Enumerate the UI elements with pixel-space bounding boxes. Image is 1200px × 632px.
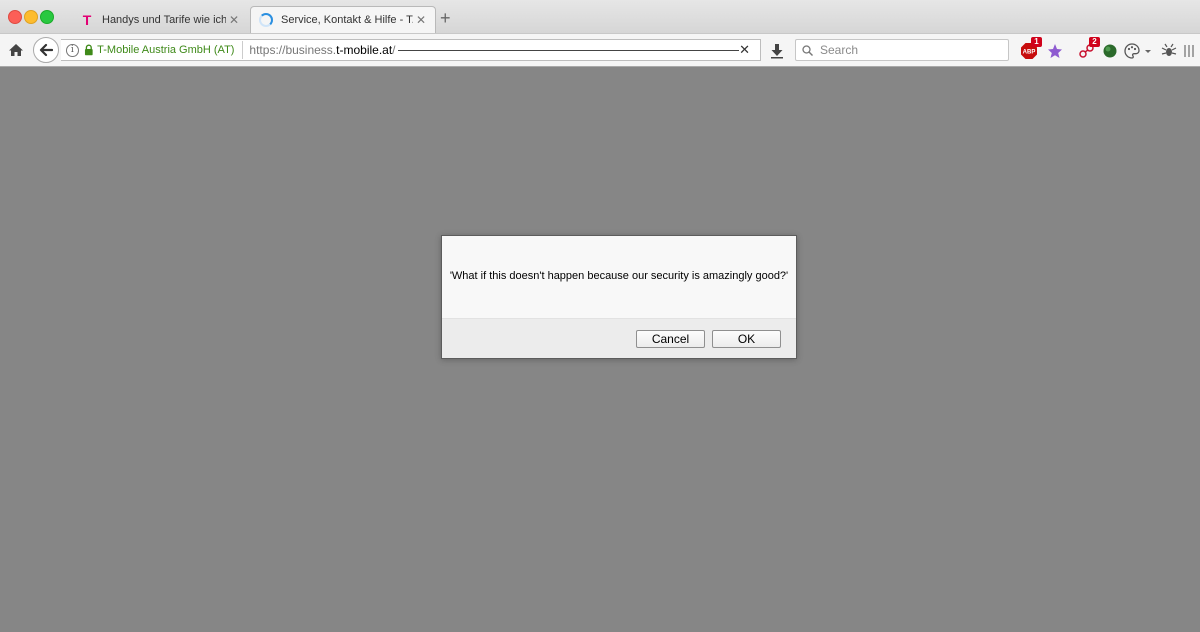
url-text[interactable]: https://business.t-mobile.at/ (249, 43, 395, 57)
dialog-body: 'What if this doesn't happen because our… (442, 236, 796, 319)
overflow-menu-icon[interactable] (1182, 42, 1196, 60)
url-progress-line (397, 49, 740, 51)
window-minimize-button[interactable] (24, 10, 38, 24)
window-close-button[interactable] (8, 10, 22, 24)
green-circle-extension-icon[interactable] (1101, 42, 1119, 60)
tab-title: Handys und Tarife wie ich ... (102, 13, 226, 26)
svg-text:ABP: ABP (1023, 50, 1036, 56)
ok-button[interactable]: OK (712, 330, 781, 348)
url-bar[interactable]: i T-Mobile Austria GmbH (AT) https://bus… (61, 39, 761, 61)
network-badge: 2 (1089, 37, 1100, 47)
info-icon[interactable]: i (66, 43, 79, 57)
search-input[interactable] (818, 42, 1002, 58)
palette-extension-icon[interactable] (1123, 42, 1141, 60)
tab-close-icon[interactable]: ✕ (226, 13, 242, 27)
url-separator (242, 41, 244, 59)
home-icon[interactable] (8, 42, 24, 58)
cancel-button[interactable]: Cancel (636, 330, 705, 348)
lock-icon[interactable] (84, 44, 94, 56)
star-extension-icon[interactable] (1046, 42, 1064, 60)
loading-spinner-icon (259, 13, 273, 27)
confirm-dialog: 'What if this doesn't happen because our… (441, 235, 797, 359)
identity-label[interactable]: T-Mobile Austria GmbH (AT) (97, 44, 234, 56)
tab-close-icon[interactable]: ✕ (413, 13, 429, 27)
search-icon (802, 44, 813, 56)
tab-service-kontakt-hilfe[interactable]: Service, Kontakt & Hilfe - T... ✕ (250, 6, 436, 33)
dialog-footer: Cancel OK (442, 319, 796, 359)
download-icon[interactable] (770, 43, 784, 59)
tab-title: Service, Kontakt & Hilfe - T... (281, 14, 413, 26)
stop-loading-icon[interactable]: ✕ (739, 42, 750, 58)
network-extension-icon[interactable]: 2 (1078, 37, 1100, 60)
new-tab-button[interactable]: + (440, 8, 451, 29)
tab-handys-und-tarife[interactable]: T Handys und Tarife wie ich ... ✕ (72, 6, 248, 33)
t-mobile-logo-icon: T (82, 11, 92, 28)
window-zoom-button[interactable] (40, 10, 54, 24)
navigation-toolbar: i T-Mobile Austria GmbH (AT) https://bus… (0, 33, 1200, 67)
back-arrow-icon (39, 43, 53, 57)
back-button[interactable] (33, 37, 59, 63)
adblock-plus-icon[interactable]: ABP 1 (1020, 37, 1042, 60)
bug-extension-icon[interactable] (1160, 42, 1178, 60)
chevron-down-icon[interactable] (1143, 42, 1153, 60)
tab-bar: T Handys und Tarife wie ich ... ✕ Servic… (0, 0, 1200, 33)
dialog-message: 'What if this doesn't happen because our… (449, 270, 789, 282)
adblock-badge: 1 (1031, 37, 1042, 47)
search-bar[interactable] (795, 39, 1009, 61)
